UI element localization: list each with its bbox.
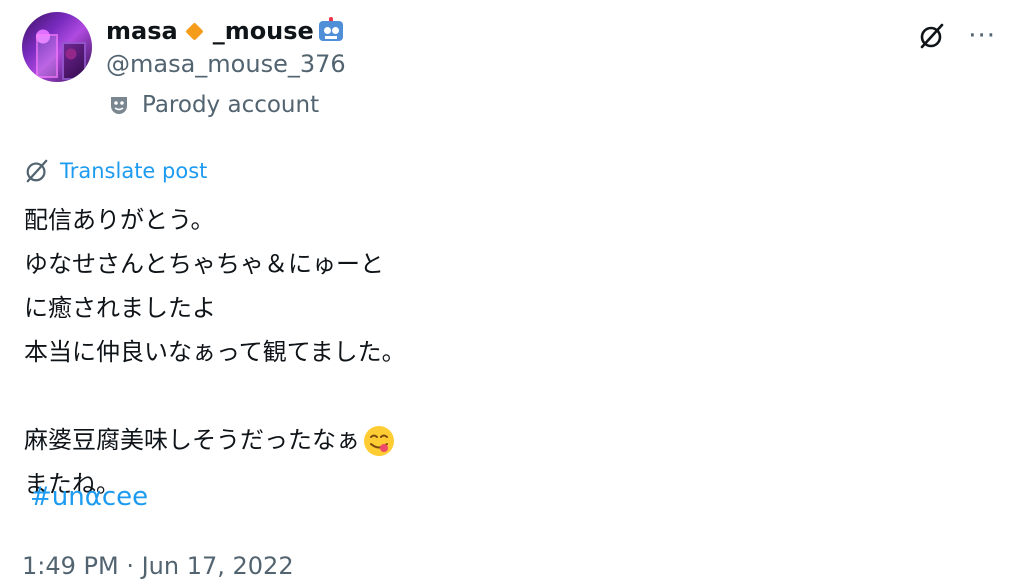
parody-label-text: Parody account xyxy=(142,92,320,118)
translate-post-link[interactable]: Translate post xyxy=(24,158,207,184)
more-icon[interactable]: ··· xyxy=(968,23,996,49)
post-timestamp[interactable]: 1:49 PM · Jun 17, 2022 xyxy=(22,552,294,580)
post-line: 本当に仲良いなぁって観てました。 xyxy=(24,338,406,366)
post-line: 麻婆豆腐美味しそうだったなぁ xyxy=(24,426,360,454)
grok-icon[interactable] xyxy=(918,22,946,50)
author-name-row[interactable]: masa _mouse xyxy=(106,14,346,48)
hashtag-link[interactable]: #unαcee xyxy=(30,482,148,512)
post-text: 配信ありがとう。 ゆなせさんとちゃちゃ＆にゅーと に癒されましたよ 本当に仲良い… xyxy=(24,198,406,506)
display-name-suffix[interactable]: _mouse xyxy=(213,17,314,45)
display-name[interactable]: masa xyxy=(106,17,178,45)
robot-icon xyxy=(316,17,346,45)
post-line: 配信ありがとう。 xyxy=(24,206,215,234)
translate-label[interactable]: Translate post xyxy=(60,159,207,183)
theater-mask-icon xyxy=(111,97,127,114)
yum-face-emoji-icon xyxy=(364,426,394,456)
parody-account-label: Parody account xyxy=(108,92,319,118)
grok-translate-icon xyxy=(26,159,48,183)
post-line: ゆなせさんとちゃちゃ＆にゅーと xyxy=(24,250,384,278)
post-line-with-emoji: 麻婆豆腐美味しそうだったなぁ xyxy=(24,418,406,462)
user-handle[interactable]: @masa_mouse_376 xyxy=(106,50,346,78)
post-line: に癒されましたよ xyxy=(24,294,216,322)
orange-diamond-icon xyxy=(184,21,204,41)
avatar[interactable] xyxy=(22,12,92,82)
